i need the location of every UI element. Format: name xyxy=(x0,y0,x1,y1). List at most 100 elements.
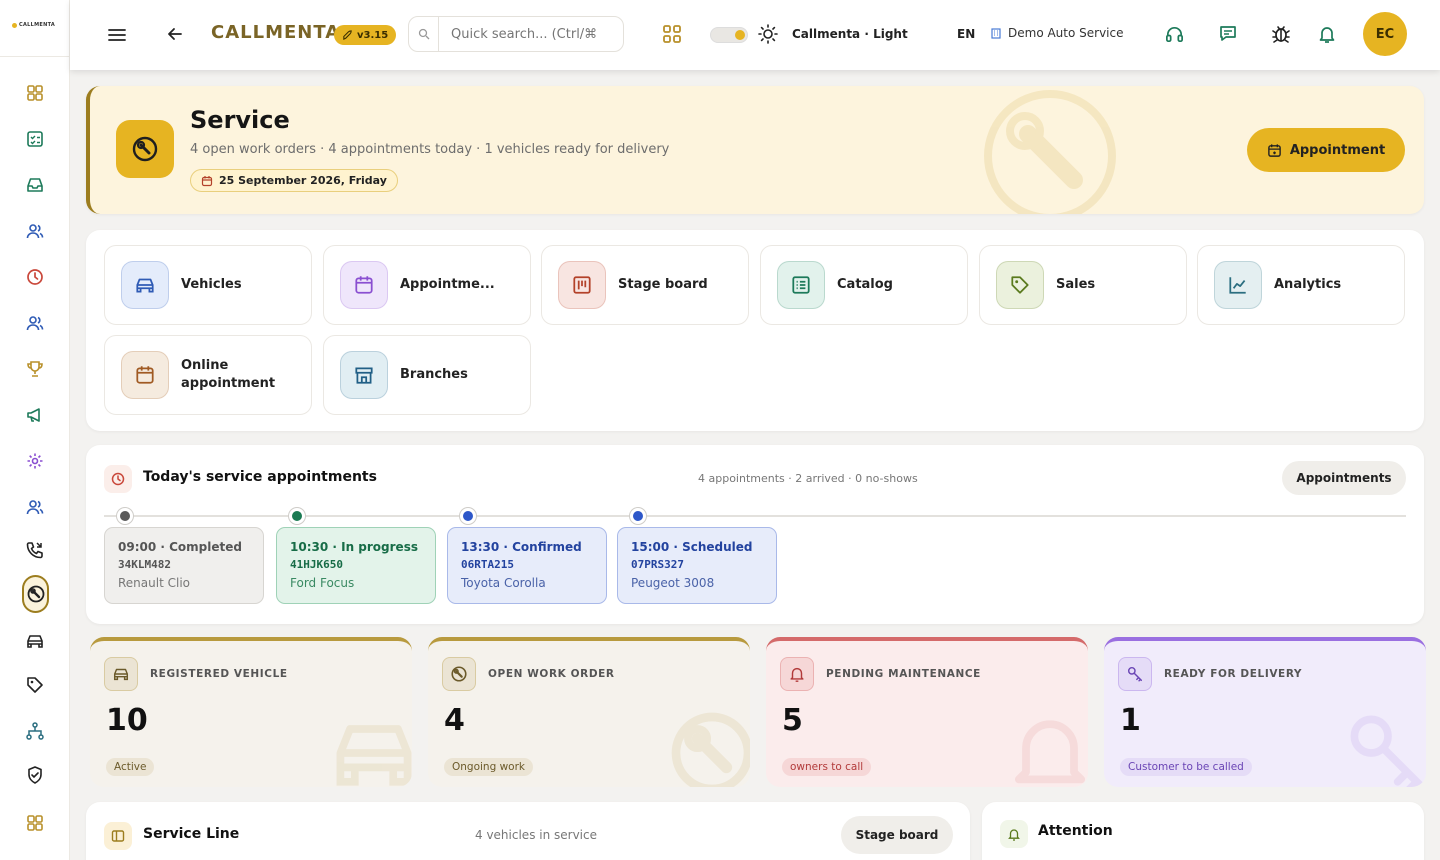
sidebar-item-car-icon[interactable] xyxy=(22,628,48,654)
clock-icon xyxy=(104,465,132,493)
list-icon xyxy=(777,261,825,309)
quick-link-label: Vehicles xyxy=(181,277,242,292)
quick-link-label: Branches xyxy=(400,367,468,382)
sidebar-item-clock-icon[interactable] xyxy=(22,264,48,290)
appointment-car: Renault Clio xyxy=(118,576,190,590)
search-icon[interactable] xyxy=(409,17,439,51)
stage-board-button[interactable]: Stage board xyxy=(841,816,953,854)
stat-card[interactable]: REGISTERED VEHICLE 10 Active xyxy=(90,637,412,787)
sidebar-item-checklist-icon[interactable] xyxy=(22,126,48,152)
appointment-plate: 06RTA215 xyxy=(461,558,514,571)
sidebar-item-megaphone-icon[interactable] xyxy=(22,402,48,428)
back-arrow-icon[interactable] xyxy=(166,25,184,43)
sidebar-item-shield-check-icon[interactable] xyxy=(22,762,48,788)
theme-toggle[interactable] xyxy=(710,27,748,43)
date-text: 25 September 2026, Friday xyxy=(219,174,387,187)
topbar: CALLMENTA v3.15 Callmenta · Light EN Dem… xyxy=(70,0,1440,70)
quick-link-4[interactable]: Sales xyxy=(979,245,1187,325)
sidebar-item-trophy-icon[interactable] xyxy=(22,356,48,382)
sidebar-item-grid-icon[interactable] xyxy=(22,80,48,106)
appointment-slot[interactable]: 15:00 · Scheduled 07PRS327 Peugeot 3008 xyxy=(617,527,777,604)
quick-link-label: Analytics xyxy=(1274,277,1342,292)
sidebar-item-grid-icon[interactable] xyxy=(22,810,48,836)
quick-link-1[interactable]: Appointme... xyxy=(323,245,531,325)
quick-link-7[interactable]: Branches xyxy=(323,335,531,415)
bell-icon xyxy=(780,657,814,691)
new-appointment-label: Appointment xyxy=(1289,142,1386,158)
stat-card[interactable]: OPEN WORK ORDER 4 Ongoing work xyxy=(428,637,750,787)
attention-title: Attention xyxy=(1038,823,1113,839)
appointment-slot[interactable]: 10:30 · In progress 41HJK650 Ford Focus xyxy=(276,527,436,604)
page-title: Service xyxy=(190,106,290,134)
new-appointment-button[interactable]: Appointment xyxy=(1247,128,1405,172)
stat-card[interactable]: PENDING MAINTENANCE 5 owners to call xyxy=(766,637,1088,787)
app-logo[interactable]: CALLMENTA xyxy=(12,22,55,28)
branch-selector[interactable]: Demo Auto Service xyxy=(990,26,1124,40)
quick-link-2[interactable]: Stage board xyxy=(541,245,749,325)
tag-icon xyxy=(996,261,1044,309)
page-header-card: Service 4 open work orders · 4 appointme… xyxy=(86,86,1424,214)
quick-link-6[interactable]: Online appointment xyxy=(104,335,312,415)
apps-grid-icon[interactable] xyxy=(662,24,682,44)
stat-badge: owners to call xyxy=(782,758,872,776)
search-input[interactable] xyxy=(439,26,609,42)
quick-link-5[interactable]: Analytics xyxy=(1197,245,1405,325)
appointments-button[interactable]: Appointments xyxy=(1282,461,1406,495)
store-icon xyxy=(340,351,388,399)
brand-name[interactable]: CALLMENTA xyxy=(211,22,340,43)
timeline-dot xyxy=(630,508,646,524)
wrench-watermark-icon xyxy=(664,705,750,787)
bell-icon xyxy=(1000,820,1028,848)
timeline-dot xyxy=(289,508,305,524)
calendar-icon xyxy=(201,175,213,186)
stat-label: READY FOR DELIVERY xyxy=(1164,668,1303,680)
version-text: v3.15 xyxy=(357,29,389,41)
appointment-car: Ford Focus xyxy=(290,576,355,590)
quick-link-0[interactable]: Vehicles xyxy=(104,245,312,325)
sidebar-divider xyxy=(0,56,70,57)
calendar-plus-icon xyxy=(1267,143,1281,157)
sidebar-item-users-icon[interactable] xyxy=(22,218,48,244)
sidebar-item-org-chart-icon[interactable] xyxy=(22,718,48,744)
user-avatar[interactable]: EC xyxy=(1363,12,1407,56)
branch-name: Demo Auto Service xyxy=(1008,26,1124,40)
theme-label[interactable]: Callmenta · Light xyxy=(792,27,908,41)
stat-value: 10 xyxy=(106,703,148,738)
key-icon xyxy=(1118,657,1152,691)
appointment-car: Toyota Corolla xyxy=(461,576,546,590)
sidebar-item-wrench-icon[interactable] xyxy=(22,575,49,613)
chat-icon[interactable] xyxy=(1218,24,1238,44)
search-box[interactable] xyxy=(408,16,624,52)
headset-icon[interactable] xyxy=(1164,24,1185,45)
sidebar: CALLMENTA xyxy=(0,0,70,860)
stat-value: 5 xyxy=(782,703,803,738)
attention-panel: Attention xyxy=(982,802,1424,860)
stat-badge: Ongoing work xyxy=(444,758,533,776)
language-selector[interactable]: EN xyxy=(957,27,975,41)
calendar-icon xyxy=(121,351,169,399)
stat-label: OPEN WORK ORDER xyxy=(488,668,615,680)
appointment-slot[interactable]: 13:30 · Confirmed 06RTA215 Toyota Corolla xyxy=(447,527,607,604)
sidebar-item-gear-icon[interactable] xyxy=(22,448,48,474)
notification-bell-icon[interactable] xyxy=(1318,24,1336,44)
bug-icon[interactable] xyxy=(1270,23,1292,45)
page-subtitle: 4 open work orders · 4 appointments toda… xyxy=(190,142,670,157)
sidebar-item-inbox-icon[interactable] xyxy=(22,172,48,198)
building-icon xyxy=(991,28,1001,39)
stat-card[interactable]: READY FOR DELIVERY 1 Customer to be called xyxy=(1104,637,1426,787)
stat-badge: Customer to be called xyxy=(1120,758,1252,776)
sidebar-item-users-icon[interactable] xyxy=(22,494,48,520)
sidebar-item-tag-icon[interactable] xyxy=(22,672,48,698)
calendar-icon xyxy=(340,261,388,309)
stat-value: 4 xyxy=(444,703,465,738)
sidebar-item-users-icon[interactable] xyxy=(22,310,48,336)
quick-links-panel: Vehicles Appointme... Stage board Catalog Sa… xyxy=(86,230,1424,431)
bell-watermark-icon xyxy=(1002,705,1088,787)
quick-link-label: Online appointment xyxy=(181,358,276,391)
appointment-slot[interactable]: 09:00 · Completed 34KLM482 Renault Clio xyxy=(104,527,264,604)
hamburger-menu-icon[interactable] xyxy=(107,25,127,45)
sun-icon[interactable] xyxy=(758,24,778,44)
sidebar-item-phone-calls-icon[interactable] xyxy=(22,537,48,563)
quick-link-3[interactable]: Catalog xyxy=(760,245,968,325)
version-badge: v3.15 xyxy=(334,25,397,45)
